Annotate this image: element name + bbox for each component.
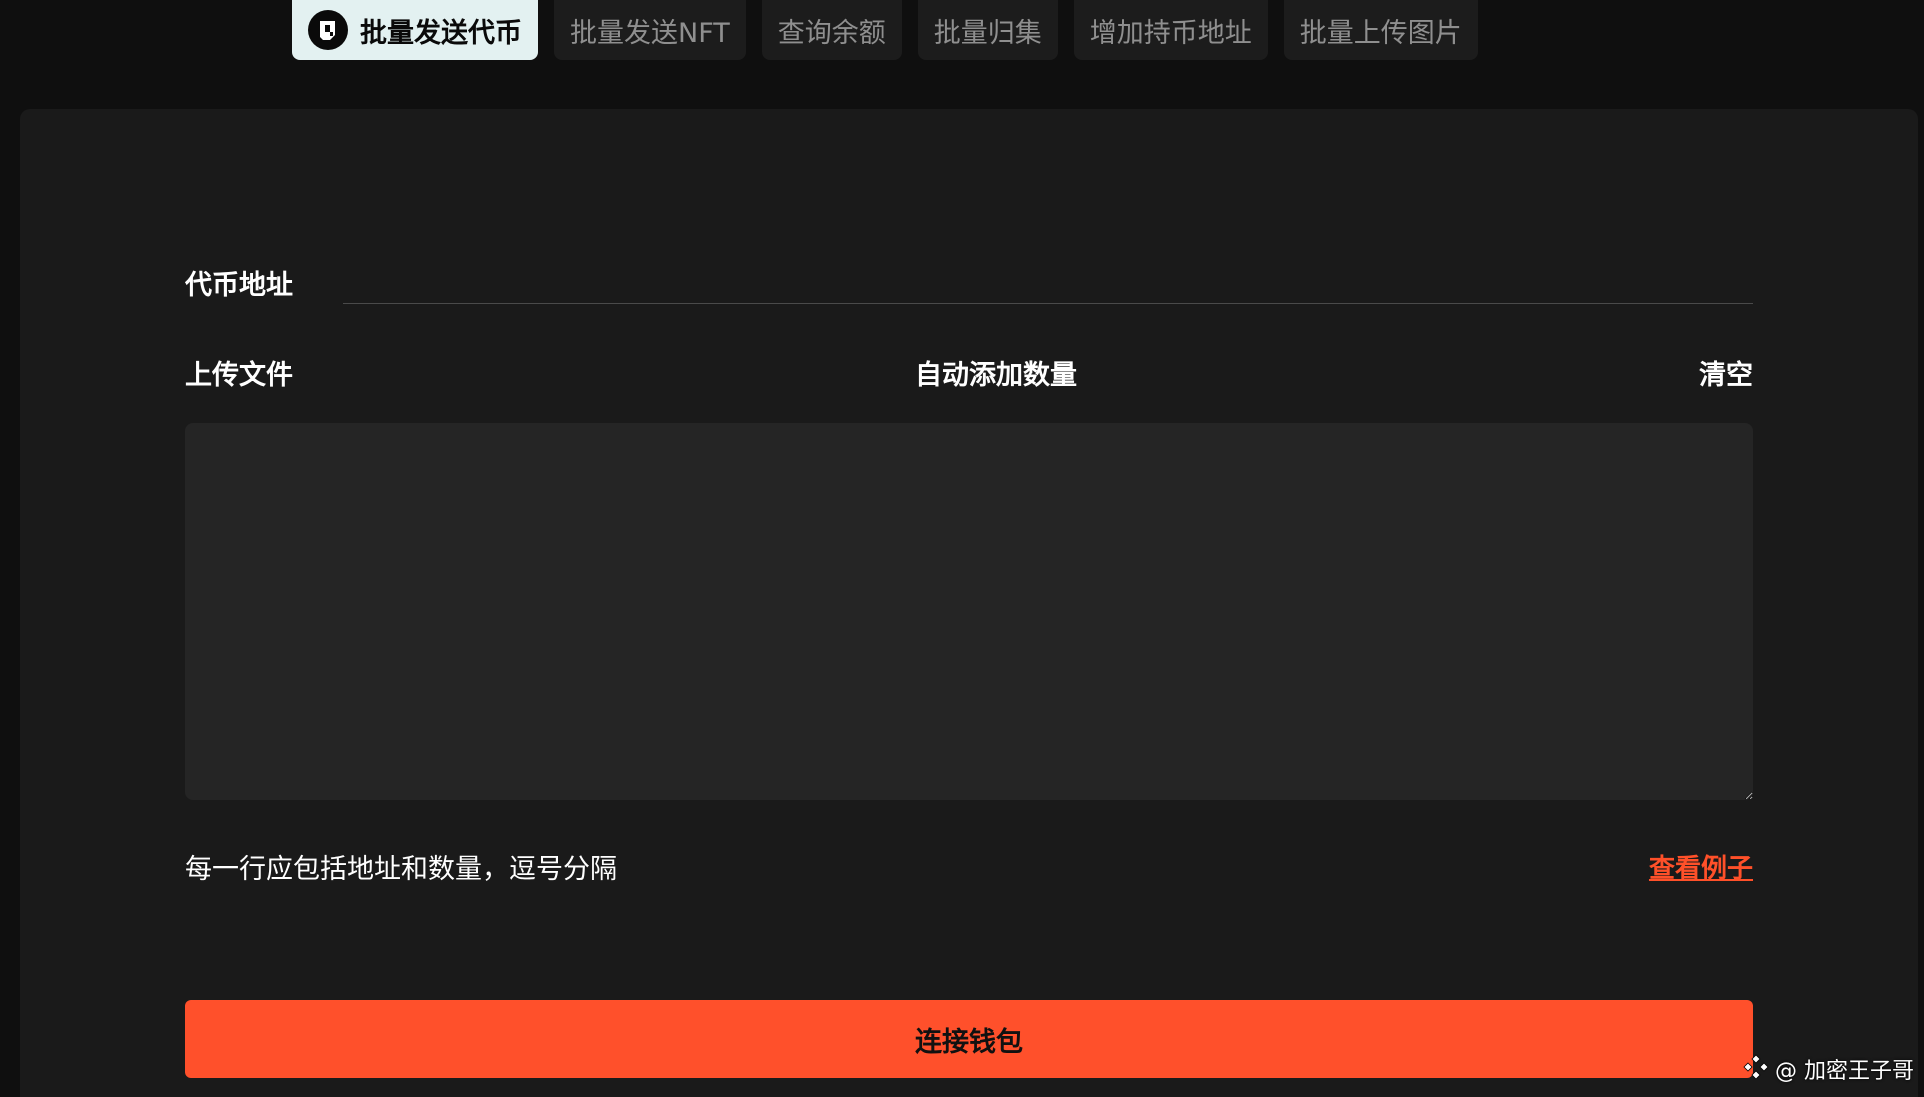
watermark: @ 加密王子哥 — [1743, 1053, 1914, 1085]
tab-batch-send-nft[interactable]: 批量发送NFT — [554, 0, 746, 60]
token-address-row: 代币地址 — [185, 260, 1753, 304]
tab-query-balance[interactable]: 查询余额 — [761, 0, 902, 60]
tab-label: 批量发送NFT — [570, 17, 730, 49]
tab-label: 批量发送代币 — [360, 17, 522, 49]
tab-batch-collect[interactable]: 批量归集 — [917, 0, 1058, 60]
hint-row: 每一行应包括地址和数量，逗号分隔 查看例子 — [185, 846, 1753, 886]
connect-wallet-button[interactable]: 连接钱包 — [185, 1000, 1753, 1078]
tab-label: 增加持币地址 — [1089, 17, 1252, 49]
tab-batch-send-token[interactable]: 批量发送代币 — [292, 0, 538, 60]
tab-bar: 批量发送代币 批量发送NFT 查询余额 批量归集 增加持币地址 批量上传图片 — [292, 0, 1478, 60]
tab-add-holder-addresses[interactable]: 增加持币地址 — [1073, 0, 1268, 60]
tab-label: 批量归集 — [933, 17, 1042, 49]
view-example-link[interactable]: 查看例子 — [1649, 848, 1753, 885]
file-actions-row: 上传文件 自动添加数量 清空 — [185, 350, 1753, 394]
tab-batch-upload-images[interactable]: 批量上传图片 — [1283, 0, 1478, 60]
upload-file-button[interactable]: 上传文件 — [185, 353, 293, 392]
binance-diamond-icon — [1743, 1053, 1769, 1085]
tab-label: 查询余额 — [777, 17, 886, 49]
watermark-text: @ 加密王子哥 — [1775, 1059, 1914, 1084]
tab-label: 批量上传图片 — [1299, 17, 1462, 49]
wallet-logo-icon — [308, 10, 348, 50]
addresses-textarea[interactable] — [185, 423, 1753, 800]
format-hint: 每一行应包括地址和数量，逗号分隔 — [185, 853, 617, 885]
clear-button[interactable]: 清空 — [1699, 353, 1753, 392]
token-address-label: 代币地址 — [185, 269, 293, 301]
page: 批量发送代币 批量发送NFT 查询余额 批量归集 增加持币地址 批量上传图片 代… — [0, 0, 1924, 1097]
auto-add-amount-button[interactable]: 自动添加数量 — [915, 353, 1077, 392]
token-address-input[interactable] — [343, 260, 1753, 304]
